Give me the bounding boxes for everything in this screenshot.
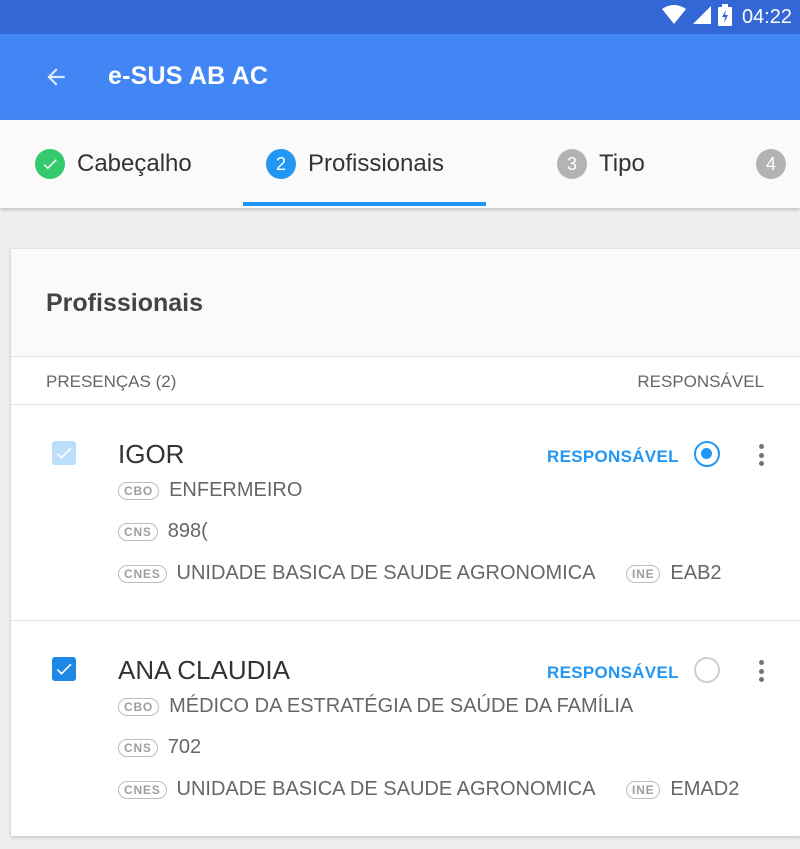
signal-icon — [692, 5, 712, 30]
presence-checkbox[interactable] — [52, 657, 76, 681]
cbo-value: MÉDICO DA ESTRATÉGIA DE SAÚDE DA FAMÍLIA — [169, 695, 634, 717]
step-number: 4 — [756, 149, 786, 179]
professional-name: IGOR — [118, 439, 185, 469]
list-header: PRESENÇAS (2) RESPONSÁVEL — [11, 357, 800, 405]
app-title: e-SUS AB AC — [108, 62, 269, 90]
battery-icon — [717, 3, 732, 31]
tab-label: Profissionais — [308, 150, 445, 177]
cnes-line: CNES UNIDADE BASICA DE SAUDE AGRONOMICA — [118, 562, 596, 585]
status-bar: 04:22 — [0, 0, 800, 34]
ine-tag: INE — [626, 780, 661, 799]
status-time: 04:22 — [741, 5, 792, 28]
cns-value: 702 — [167, 736, 202, 758]
presencas-header: PRESENÇAS (2) — [46, 372, 177, 391]
card-header: Profissionais — [11, 249, 800, 357]
professional-name: ANA CLAUDIA — [118, 655, 290, 685]
responsavel-header: RESPONSÁVEL — [637, 372, 764, 391]
cns-value: 898( — [167, 520, 208, 542]
cns-line: CNS 702 — [118, 736, 201, 759]
responsavel-label[interactable]: RESPONSÁVEL — [547, 447, 679, 467]
tab-profissionais[interactable]: 2 Profissionais — [266, 120, 444, 208]
cnes-value: UNIDADE BASICA DE SAUDE AGRONOMICA — [176, 778, 596, 800]
step-number: 2 — [266, 149, 296, 179]
wifi-icon — [661, 4, 686, 30]
tab-step-4[interactable]: 4 — [756, 120, 786, 208]
cnes-value: UNIDADE BASICA DE SAUDE AGRONOMICA — [176, 562, 596, 584]
list-item: ANA CLAUDIA RESPONSÁVEL CBO MÉDICO DA ES… — [11, 621, 800, 837]
cnes-line: CNES UNIDADE BASICA DE SAUDE AGRONOMICA — [118, 778, 596, 801]
tab-label: Cabeçalho — [77, 150, 192, 177]
ine-value: EMAD2 — [670, 778, 740, 800]
check-icon — [56, 447, 72, 459]
cbo-tag: CBO — [118, 697, 160, 716]
ine-line: INE EMAD2 — [626, 778, 739, 801]
arrow-back-icon — [47, 68, 65, 86]
ine-tag: INE — [626, 564, 661, 583]
cns-line: CNS 898( — [118, 520, 208, 543]
cnes-tag: CNES — [118, 564, 167, 583]
cbo-line: CBO MÉDICO DA ESTRATÉGIA DE SAÚDE DA FAM… — [118, 695, 633, 718]
check-icon — [56, 663, 72, 675]
active-tab-indicator — [243, 202, 486, 206]
cns-tag: CNS — [118, 522, 158, 541]
tab-tipo[interactable]: 3 Tipo — [557, 120, 645, 208]
step-number: 3 — [557, 149, 587, 179]
cns-tag: CNS — [118, 738, 158, 757]
presence-checkbox[interactable] — [52, 441, 76, 465]
list-item: IGOR RESPONSÁVEL CBO ENFERMEIRO CNS 898(… — [11, 405, 800, 621]
back-button[interactable] — [36, 57, 76, 97]
tab-cabecalho[interactable]: Cabeçalho — [35, 120, 192, 208]
ine-line: INE EAB2 — [626, 562, 722, 585]
stepper-tabs: Cabeçalho 2 Profissionais 3 Tipo 4 — [0, 120, 800, 208]
responsavel-radio[interactable] — [694, 657, 720, 683]
more-options-icon[interactable] — [753, 657, 769, 685]
more-options-icon[interactable] — [753, 441, 769, 469]
cbo-line: CBO ENFERMEIRO — [118, 479, 302, 502]
responsavel-label[interactable]: RESPONSÁVEL — [547, 663, 679, 683]
app-bar: e-SUS AB AC — [0, 34, 800, 120]
profissionais-card: Profissionais PRESENÇAS (2) RESPONSÁVEL … — [11, 249, 800, 836]
tab-label: Tipo — [599, 150, 645, 177]
cnes-tag: CNES — [118, 780, 167, 799]
ine-value: EAB2 — [670, 562, 722, 584]
check-icon — [35, 149, 65, 179]
cbo-tag: CBO — [118, 481, 160, 500]
responsavel-radio[interactable] — [694, 441, 720, 467]
cbo-value: ENFERMEIRO — [169, 479, 303, 501]
card-title: Profissionais — [46, 289, 203, 317]
